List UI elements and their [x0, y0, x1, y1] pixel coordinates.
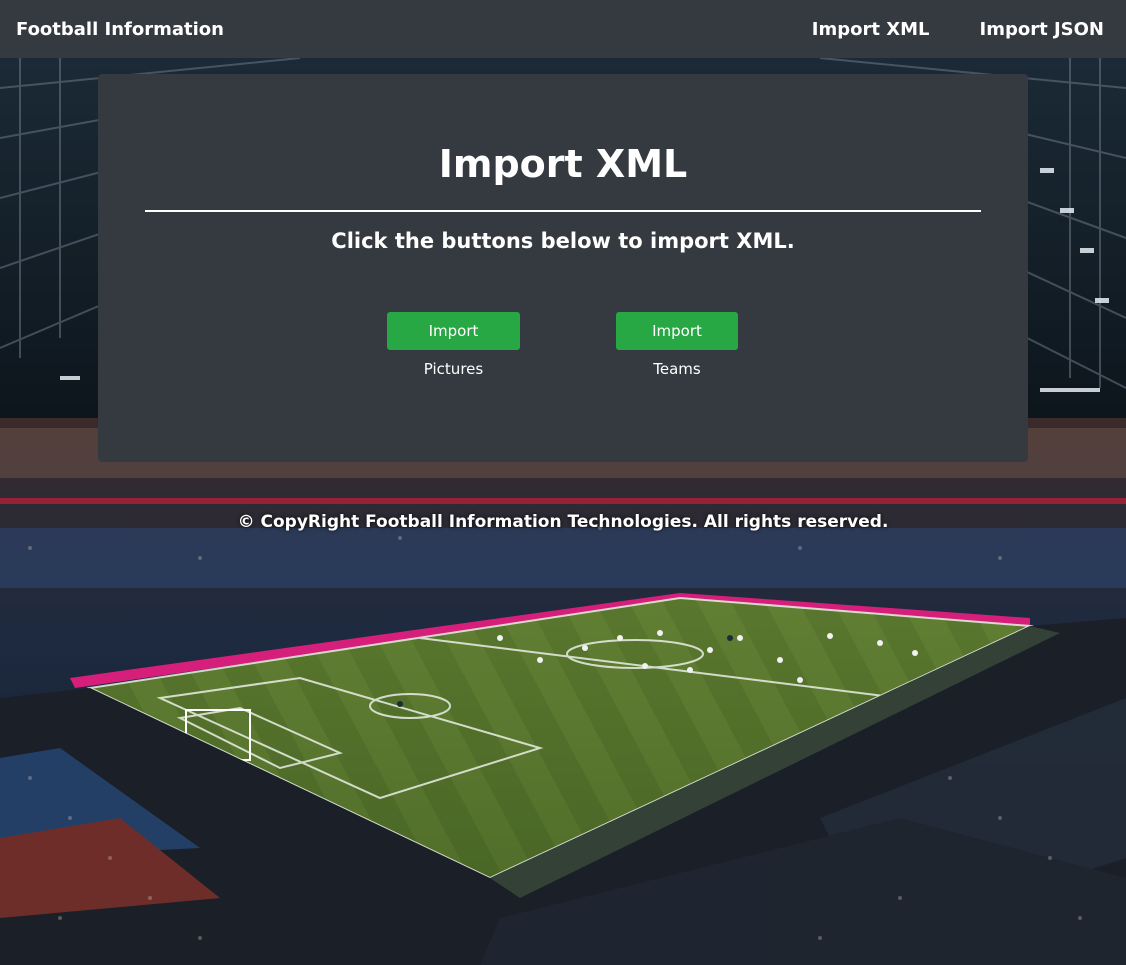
import-pictures-button[interactable]: Import Pictures [387, 312, 520, 378]
brand-link[interactable]: Football Information [16, 19, 224, 40]
import-xml-card: Import XML Click the buttons below to im… [98, 74, 1028, 462]
nav-links: Import XML Import JSON [812, 19, 1104, 40]
import-teams-button[interactable]: Import Teams [616, 312, 738, 378]
page-title: Import XML [438, 142, 688, 186]
top-navbar: Football Information Import XML Import J… [0, 0, 1126, 58]
title-divider [145, 210, 981, 212]
nav-import-xml-link[interactable]: Import XML [812, 19, 930, 40]
nav-import-json-link[interactable]: Import JSON [980, 19, 1104, 40]
instruction-text: Click the buttons below to import XML. [331, 229, 795, 253]
copyright-footer: © CopyRight Football Information Technol… [237, 512, 889, 532]
